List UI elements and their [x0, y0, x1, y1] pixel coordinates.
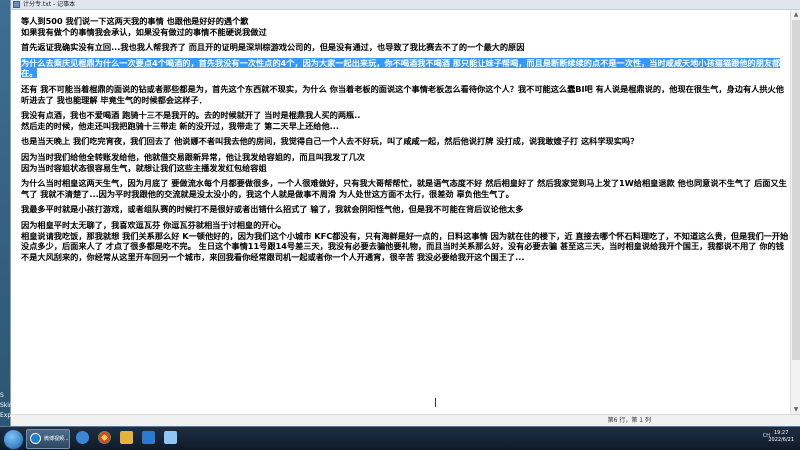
- notepad-app-icon: [13, 1, 20, 8]
- text-line: 因为当时我们给他全转账发给他，他就借交易跟新异常，他让我发给容姐的，而且叫我发了…: [21, 152, 791, 163]
- chrome-icon[interactable]: [98, 431, 111, 444]
- text-line: 相皇说请我吃饭，那我就想 我们关系那么好 K一顿他好的，因为我们这个小城市 KF…: [21, 231, 791, 263]
- scroll-thumb[interactable]: [792, 20, 800, 360]
- browser-icon[interactable]: [76, 431, 89, 444]
- vertical-scrollbar[interactable]: ▲ ▼: [790, 10, 800, 415]
- line-text: 也是当天晚上 我们吃完宵夜，我们回去了 他说娜不者叫我去他的房间，我觉得自己一个…: [21, 136, 639, 147]
- desktop-label[interactable]: Skin: [0, 402, 20, 409]
- line-text: 相皇说请我吃饭，那我就想 我们关系那么好 K一顿他好的，因为我们这个小城市 KF…: [21, 230, 789, 262]
- text-line: 等人到500 我们说一下这两天我的事情 也跟他是好好的遇个歉: [21, 16, 791, 27]
- desktop-label[interactable]: Expo: [0, 412, 20, 419]
- selected-text: 为什么去乘庆见棍鼎为什么一次要点4个喝酒的，首先我没有一次性点的4个，因为大家一…: [21, 57, 781, 79]
- line-text: 等人到500 我们说一下这两天我的事情 也跟他是好好的遇个歉: [21, 16, 249, 26]
- taskbar-app-label: 微博视频...: [44, 436, 69, 442]
- app-blue-icon[interactable]: [142, 431, 155, 444]
- text-line: 我最多平时就是小孩打游戏，或者组队赛的时候打不是很好或者出错什么招式了 输了，我…: [21, 204, 791, 215]
- ibeam-cursor-icon: [435, 398, 436, 407]
- line-text: 如果我有做个的事情我会承认，如果没有做过的事情不能硬说我做过: [21, 26, 267, 37]
- text-line: 我没有点酒，我也不爱喝酒 跑骑十三不是我开的。去的时候就开了 当时是棍鼎我人买的…: [21, 110, 791, 121]
- start-button[interactable]: [3, 429, 24, 450]
- line-text: 因为当时我们给他全转账发给他，他就借交易跟新异常，他让我发给容姐的，而且叫我发了…: [21, 151, 365, 162]
- text-line: 首先返证我确实没有立回...我也我人帮我齐了 而且开的证明是深圳棕游戏公司的，但…: [21, 42, 791, 53]
- line-text: 还有 我不可能当着棍鼎的面说的钻或者那些都是为，首先这个东西就不现实，为什么 你…: [21, 83, 784, 105]
- title-bar: 计分专.txt - 记事本: [11, 0, 800, 10]
- taskbar-app-active[interactable]: 微博视频...: [26, 429, 70, 449]
- line-text: 我最多平时就是小孩打游戏，或者组队赛的时候打不是很好或者出错什么招式了 输了，我…: [21, 204, 524, 215]
- desktop-strip: [0, 0, 10, 427]
- text-line: 如果我有做个的事情我会承认，如果没有做过的事情不能硬说我做过: [21, 27, 791, 38]
- text-line: 还有 我不可能当着棍鼎的面说的钻或者那些都是为，首先这个东西就不现实，为什么 你…: [21, 84, 791, 105]
- line-text: 我没有点酒，我也不爱喝酒 跑骑十三不是我开的。去的时候就开了 当时是棍鼎我人买的…: [21, 110, 361, 121]
- app-icon: [30, 433, 41, 444]
- text-line: 然后走的时候，他走还叫我把跑骑十三带走 新的没开过，我带走了 第二天早上还给他.…: [21, 121, 791, 132]
- notepad-window: 计分专.txt - 记事本 等人到500 我们说一下这两天我的事情 也跟他是好好…: [10, 0, 800, 427]
- line-text: 因为相皇平时太无聊了，我喜欢逗瓦芬 你逗瓦芬就相当于讨相皇的开心。: [21, 219, 286, 230]
- line-text: 首先返证我确实没有立回...我也我人帮我齐了 而且开的证明是深圳棕游戏公司的，但…: [21, 42, 525, 53]
- text-line: 因为相皇平时太无聊了，我喜欢逗瓦芬 你逗瓦芬就相当于讨相皇的开心。: [21, 220, 791, 231]
- clock-date: 2022/6/21: [768, 437, 794, 443]
- text-line: 为什么当时相皇这两天生气，因为月底了 要做流水每个月都要做很多，一个人很难做好，…: [21, 178, 791, 199]
- clock-time: 19:27: [773, 430, 789, 436]
- text-line: 因为当时容姐状态很容易生气，就想让我们这些主播发发红包给容姐: [21, 163, 791, 174]
- folder-icon[interactable]: [120, 431, 133, 444]
- document-text-area[interactable]: 等人到500 我们说一下这两天我的事情 也跟他是好好的遇个歉 如果我有做个的事情我…: [11, 10, 791, 415]
- line-text: 因为当时容姐状态很容易生气，就想让我们这些主播发发红包给容姐: [21, 162, 267, 173]
- line-text: 然后走的时候，他走还叫我把跑骑十三带走 新的没开过，我带走了 第二天早上还给他.…: [21, 120, 339, 131]
- scroll-up-icon[interactable]: ▲: [791, 10, 800, 20]
- clock[interactable]: 19:27 2022/6/21: [768, 430, 794, 444]
- desktop-label[interactable]: S: [0, 392, 20, 399]
- text-line: 也是当天晚上 我们吃完宵夜，我们回去了 他说娜不者叫我去他的房间，我觉得自己一个…: [21, 136, 791, 147]
- taskbar: 微博视频... CH 19:27 2022/6/21: [0, 426, 800, 450]
- notepad-icon[interactable]: [164, 431, 177, 444]
- window-title: 计分专.txt - 记事本: [23, 1, 76, 8]
- line-text: 为什么当时相皇这两天生气，因为月底了 要做流水每个月都要做很多，一个人很难做好，…: [21, 178, 787, 199]
- text-line: 为什么去乘庆见棍鼎为什么一次要点4个喝酒的，首先我没有一次性点的4个，因为大家一…: [21, 57, 791, 79]
